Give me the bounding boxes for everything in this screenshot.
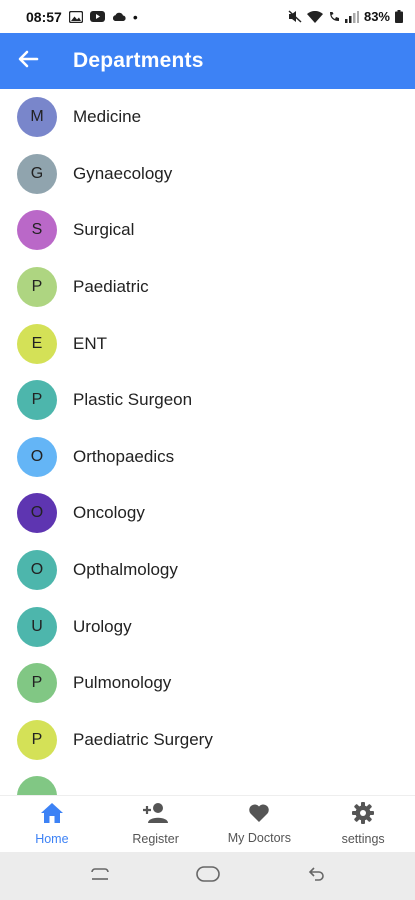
list-item-surgical[interactable]: S Surgical xyxy=(0,202,415,259)
list-item-label: Pulmonology xyxy=(73,673,172,693)
app-bar: Departments xyxy=(0,33,415,89)
list-item-label: Plastic Surgeon xyxy=(73,390,193,410)
status-bar: 08:57 • 83% xyxy=(0,0,415,33)
list-item-plastic-surgeon[interactable]: P Plastic Surgeon xyxy=(0,372,415,429)
bottom-navigation: Home Register My Doctors settings xyxy=(0,795,415,852)
system-home-button[interactable] xyxy=(154,865,262,887)
nav-label-home: Home xyxy=(35,832,69,846)
department-list: M Medicine G Gynaecology S Surgical P Pa… xyxy=(0,89,415,795)
avatar xyxy=(17,776,57,795)
list-item-medicine[interactable]: M Medicine xyxy=(0,89,415,146)
avatar: E xyxy=(17,323,57,364)
list-item-gynaecology[interactable]: G Gynaecology xyxy=(0,146,415,203)
nav-my-doctors[interactable]: My Doctors xyxy=(208,796,312,852)
list-item-label: Paediatric Surgery xyxy=(73,729,213,749)
battery-icon xyxy=(395,10,403,23)
list-item-paediatric[interactable]: P Paediatric xyxy=(0,259,415,316)
battery-percent: 83% xyxy=(363,9,390,24)
signal-icon xyxy=(344,10,359,23)
nav-label-settings: settings xyxy=(341,832,385,846)
list-item-label: Surgical xyxy=(73,220,135,240)
wifi-icon xyxy=(306,10,323,23)
nav-home[interactable]: Home xyxy=(0,796,104,852)
avatar: O xyxy=(17,493,57,534)
notification-dot: • xyxy=(132,8,138,25)
avatar: P xyxy=(17,719,57,760)
avatar: P xyxy=(17,663,57,704)
avatar: G xyxy=(17,153,57,194)
home-icon xyxy=(40,802,64,829)
list-item-label: ENT xyxy=(73,333,107,353)
youtube-icon xyxy=(89,11,105,22)
gallery-icon xyxy=(68,10,83,23)
list-item-pulmonology[interactable]: P Pulmonology xyxy=(0,655,415,712)
mute-icon xyxy=(288,10,302,23)
list-item-paediatric-surgery[interactable]: P Paediatric Surgery xyxy=(0,712,415,769)
arrow-left-icon xyxy=(17,48,39,75)
list-item-orthopaedics[interactable]: O Orthopaedics xyxy=(0,429,415,486)
avatar: U xyxy=(17,606,57,647)
list-item-label: Oncology xyxy=(73,503,145,523)
list-item-label: Gynaecology xyxy=(73,163,173,183)
avatar: P xyxy=(17,380,57,421)
volte-icon xyxy=(328,11,340,23)
list-item-ent[interactable]: E ENT xyxy=(0,315,415,372)
recent-apps-icon xyxy=(90,867,110,886)
list-item-label: Opthalmology xyxy=(73,560,178,580)
nav-label-my-doctors: My Doctors xyxy=(227,831,291,845)
list-item-oncology[interactable]: O Oncology xyxy=(0,485,415,542)
avatar: M xyxy=(17,97,57,138)
avatar: S xyxy=(17,210,57,251)
system-back-button[interactable] xyxy=(262,866,370,887)
heart-icon xyxy=(248,803,270,828)
nav-register[interactable]: Register xyxy=(104,796,208,852)
list-item-label: Medicine xyxy=(73,107,142,127)
avatar: O xyxy=(17,436,57,477)
status-time: 08:57 xyxy=(26,8,62,25)
list-item-partial[interactable] xyxy=(0,768,415,795)
cloud-icon xyxy=(112,12,126,22)
nav-label-register: Register xyxy=(132,832,179,846)
avatar: O xyxy=(17,550,57,591)
gear-icon xyxy=(352,802,375,829)
person-add-icon xyxy=(142,802,169,829)
page-title: Departments xyxy=(73,49,204,72)
avatar: P xyxy=(17,267,57,308)
system-navigation-bar xyxy=(0,852,415,900)
list-item-urology[interactable]: U Urology xyxy=(0,598,415,655)
list-item-label: Orthopaedics xyxy=(73,446,175,466)
list-item-opthalmology[interactable]: O Opthalmology xyxy=(0,542,415,599)
recent-apps-button[interactable] xyxy=(46,867,154,886)
back-icon xyxy=(307,866,325,887)
list-item-label: Urology xyxy=(73,616,132,636)
list-item-label: Paediatric xyxy=(73,277,149,297)
back-button[interactable] xyxy=(0,33,56,89)
home-button-icon xyxy=(195,865,220,887)
nav-settings[interactable]: settings xyxy=(311,796,415,852)
